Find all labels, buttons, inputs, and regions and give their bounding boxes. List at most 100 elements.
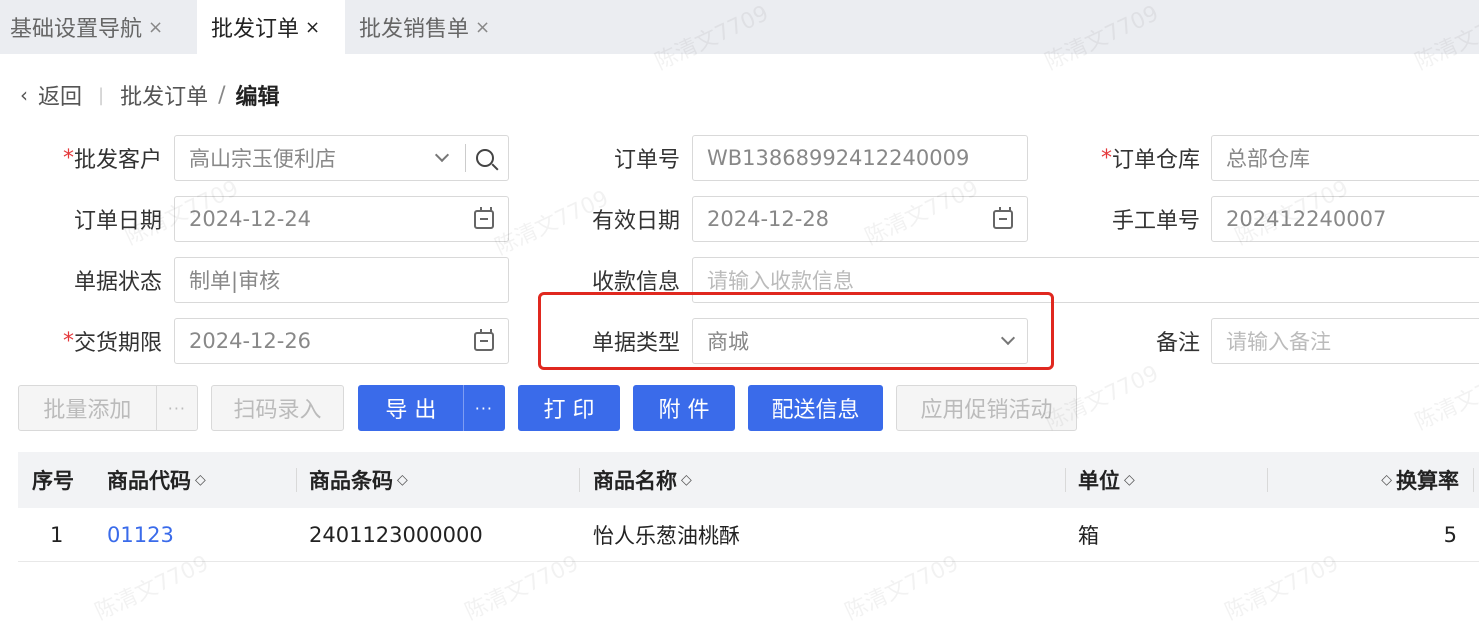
table-row[interactable]: 1 01123 2401123000000 怡人乐葱油桃酥 箱 5 xyxy=(18,508,1479,562)
sort-icon[interactable]: ◇ xyxy=(1124,472,1135,488)
header-barcode[interactable]: 商品条码 ◇ xyxy=(309,452,408,508)
delivery-label: * 交货期限 xyxy=(40,318,162,364)
warehouse-select[interactable]: 总部仓库 xyxy=(1211,135,1479,181)
tab-basic-settings[interactable]: 基础设置导航 × xyxy=(0,0,185,54)
header-barcode-text: 商品条码 xyxy=(309,469,393,493)
attachment-button[interactable]: 附 件 xyxy=(633,385,735,431)
cell-name: 怡人乐葱油桃酥 xyxy=(593,524,740,548)
table-header: 序号 商品代码 ◇ 商品条码 ◇ 商品名称 ◇ 单位 ◇ ◇ 换算率 xyxy=(18,452,1479,508)
header-seq-text: 序号 xyxy=(32,469,74,493)
header-rate-text: 换算率 xyxy=(1396,469,1459,493)
customer-select[interactable]: 高山宗玉便利店 xyxy=(174,135,509,181)
order-no-field[interactable]: WB13868992412240009 xyxy=(692,135,1028,181)
order-no-label: 订单号 xyxy=(560,135,680,181)
more-icon[interactable]: ··· xyxy=(462,385,504,431)
breadcrumb-slash: / xyxy=(218,82,226,108)
column-divider xyxy=(1065,468,1066,492)
delivery-info-label: 配送信息 xyxy=(771,398,860,423)
tab-label: 批发订单 xyxy=(211,17,300,42)
attachment-label: 附 件 xyxy=(658,398,710,423)
header-seq: 序号 xyxy=(32,452,74,508)
header-code[interactable]: 商品代码 ◇ xyxy=(107,452,206,508)
order-no-label-text: 订单号 xyxy=(613,148,680,173)
customer-label-text: 批发客户 xyxy=(73,148,162,173)
close-icon[interactable]: × xyxy=(148,17,163,38)
column-divider xyxy=(579,468,580,492)
chevron-left-icon: ‹ xyxy=(20,83,28,107)
status-label: 单据状态 xyxy=(40,257,162,303)
calendar-icon xyxy=(474,328,494,351)
delivery-date-picker[interactable]: 2024-12-26 xyxy=(174,318,509,364)
header-unit-text: 单位 xyxy=(1078,469,1120,493)
export-button[interactable]: 导 出 ··· xyxy=(358,385,505,431)
warehouse-value: 总部仓库 xyxy=(1226,147,1310,171)
back-button[interactable]: ‹ 返回 xyxy=(20,79,82,111)
remark-input[interactable]: 请输入备注 xyxy=(1211,318,1479,364)
remark-placeholder: 请输入备注 xyxy=(1226,330,1331,354)
order-date-label-text: 订单日期 xyxy=(73,209,162,234)
sort-icon[interactable]: ◇ xyxy=(681,472,692,488)
cell-code-link[interactable]: 01123 xyxy=(107,508,174,562)
close-icon[interactable]: × xyxy=(305,17,320,38)
order-no-value: WB13868992412240009 xyxy=(707,146,970,170)
header-name-text: 商品名称 xyxy=(593,469,677,493)
delivery-info-button[interactable]: 配送信息 xyxy=(748,385,883,431)
apply-promo-label: 应用促销活动 xyxy=(920,398,1053,423)
sort-icon[interactable]: ◇ xyxy=(1381,472,1392,488)
back-label: 返回 xyxy=(38,85,83,110)
calendar-icon xyxy=(993,206,1013,229)
order-date-picker[interactable]: 2024-12-24 xyxy=(174,196,509,242)
valid-date-picker[interactable]: 2024-12-28 xyxy=(692,196,1028,242)
cell-seq: 1 xyxy=(50,523,64,547)
calendar-icon xyxy=(474,206,494,229)
tab-wholesale-order[interactable]: 批发订单 × xyxy=(197,0,345,54)
watermark: 陈清文7709 xyxy=(1411,361,1479,436)
status-label-text: 单据状态 xyxy=(73,270,162,295)
delivery-label-text: 交货期限 xyxy=(73,331,162,356)
warehouse-label-text: 订单仓库 xyxy=(1111,148,1200,173)
highlight-box xyxy=(538,292,1054,370)
valid-date-value: 2024-12-28 xyxy=(707,207,830,231)
delivery-date-value: 2024-12-26 xyxy=(189,329,312,353)
sort-icon[interactable]: ◇ xyxy=(195,472,206,488)
apply-promo-button[interactable]: 应用促销活动 xyxy=(896,385,1077,431)
column-divider xyxy=(1267,468,1268,492)
breadcrumb-parent[interactable]: 批发订单 xyxy=(120,79,208,111)
column-divider xyxy=(1473,468,1474,492)
header-code-text: 商品代码 xyxy=(107,469,191,493)
remark-label: 备注 xyxy=(1070,318,1200,364)
customer-value: 高山宗玉便利店 xyxy=(189,147,336,171)
tab-bar: 基础设置导航 × 批发订单 × 批发销售单 × xyxy=(0,0,1479,54)
print-button[interactable]: 打 印 xyxy=(518,385,620,431)
sort-icon[interactable]: ◇ xyxy=(397,472,408,488)
tab-wholesale-sales[interactable]: 批发销售单 × xyxy=(345,0,510,54)
more-icon[interactable]: ··· xyxy=(155,385,197,431)
header-unit[interactable]: 单位 ◇ xyxy=(1078,452,1135,508)
status-value: 制单|审核 xyxy=(189,269,281,293)
status-field: 制单|审核 xyxy=(174,257,509,303)
scan-entry-label: 扫码录入 xyxy=(233,398,322,423)
warehouse-label: * 订单仓库 xyxy=(1070,135,1200,181)
cell-barcode: 2401123000000 xyxy=(309,523,483,547)
required-mark: * xyxy=(62,328,74,354)
tab-label: 基础设置导航 xyxy=(10,17,143,42)
required-mark: * xyxy=(1100,145,1112,171)
chevron-down-icon xyxy=(434,147,450,163)
print-label: 打 印 xyxy=(543,398,595,423)
valid-date-label: 有效日期 xyxy=(560,196,680,242)
cell-unit: 箱 xyxy=(1078,524,1099,548)
remark-label-text: 备注 xyxy=(1155,331,1200,356)
manual-no-value: 202412240007 xyxy=(1226,207,1387,231)
search-icon[interactable] xyxy=(476,149,494,167)
batch-add-label: 批量添加 xyxy=(43,398,132,423)
cell-rate: 5 xyxy=(1443,523,1457,547)
order-date-label: 订单日期 xyxy=(40,196,162,242)
manual-no-field[interactable]: 202412240007 xyxy=(1211,196,1479,242)
manual-no-label: 手工单号 xyxy=(1070,196,1200,242)
header-name[interactable]: 商品名称 ◇ xyxy=(593,452,692,508)
header-rate[interactable]: ◇ 换算率 xyxy=(1381,452,1459,508)
close-icon[interactable]: × xyxy=(475,17,490,38)
required-mark: * xyxy=(62,145,74,171)
scan-entry-button[interactable]: 扫码录入 xyxy=(211,385,344,431)
batch-add-button[interactable]: 批量添加 ··· xyxy=(18,385,198,431)
